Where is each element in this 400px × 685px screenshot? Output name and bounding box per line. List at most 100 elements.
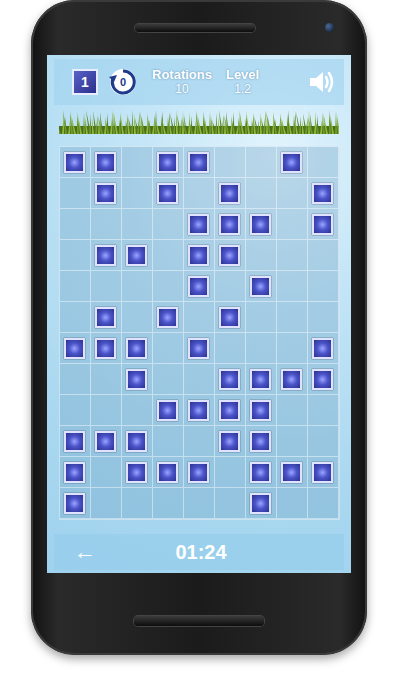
- grid-cell[interactable]: [91, 209, 122, 240]
- grid-cell[interactable]: [246, 364, 277, 395]
- tile[interactable]: [188, 152, 209, 173]
- grid-cell[interactable]: [153, 302, 184, 333]
- tile[interactable]: [126, 369, 147, 390]
- grid-cell[interactable]: [184, 178, 215, 209]
- tile[interactable]: [95, 431, 116, 452]
- grid-cell[interactable]: [184, 240, 215, 271]
- grid-cell[interactable]: [184, 488, 215, 519]
- grid-cell[interactable]: [91, 271, 122, 302]
- grid-cell[interactable]: [153, 364, 184, 395]
- grid-cell[interactable]: [60, 147, 91, 178]
- grid-cell[interactable]: [308, 178, 339, 209]
- grid-cell[interactable]: [122, 426, 153, 457]
- grid-cell[interactable]: [184, 364, 215, 395]
- grid-cell[interactable]: [122, 333, 153, 364]
- tile[interactable]: [250, 400, 271, 421]
- grid-cell[interactable]: [215, 209, 246, 240]
- grid-cell[interactable]: [60, 333, 91, 364]
- grid-cell[interactable]: [215, 240, 246, 271]
- grid-cell[interactable]: [184, 426, 215, 457]
- grid-cell[interactable]: [277, 488, 308, 519]
- tile[interactable]: [219, 369, 240, 390]
- tile[interactable]: [312, 183, 333, 204]
- tile[interactable]: [250, 276, 271, 297]
- tile[interactable]: [157, 183, 178, 204]
- tile[interactable]: [126, 338, 147, 359]
- tile[interactable]: [219, 400, 240, 421]
- grid-cell[interactable]: [184, 395, 215, 426]
- grid-cell[interactable]: [308, 271, 339, 302]
- tile[interactable]: [281, 152, 302, 173]
- grid-cell[interactable]: [153, 209, 184, 240]
- grid-cell[interactable]: [153, 488, 184, 519]
- grid-cell[interactable]: [91, 426, 122, 457]
- tile[interactable]: [219, 245, 240, 266]
- grid-cell[interactable]: [308, 302, 339, 333]
- grid-cell[interactable]: [308, 240, 339, 271]
- tile[interactable]: [64, 493, 85, 514]
- grid-cell[interactable]: [277, 457, 308, 488]
- grid-cell[interactable]: [308, 426, 339, 457]
- grid-cell[interactable]: [277, 240, 308, 271]
- tile[interactable]: [95, 152, 116, 173]
- grid-cell[interactable]: [60, 426, 91, 457]
- tile[interactable]: [157, 462, 178, 483]
- tile[interactable]: [312, 369, 333, 390]
- grid-cell[interactable]: [215, 178, 246, 209]
- grid-cell[interactable]: [184, 302, 215, 333]
- grid-cell[interactable]: [91, 302, 122, 333]
- grid-cell[interactable]: [246, 302, 277, 333]
- grid-cell[interactable]: [246, 240, 277, 271]
- grid-cell[interactable]: [60, 488, 91, 519]
- grid-cell[interactable]: [246, 395, 277, 426]
- tile[interactable]: [188, 245, 209, 266]
- grid-cell[interactable]: [215, 364, 246, 395]
- grid-cell[interactable]: [153, 333, 184, 364]
- grid-cell[interactable]: [246, 209, 277, 240]
- tile[interactable]: [126, 462, 147, 483]
- tile[interactable]: [64, 462, 85, 483]
- tile[interactable]: [95, 338, 116, 359]
- grid-cell[interactable]: [60, 457, 91, 488]
- tile[interactable]: [188, 462, 209, 483]
- grid-cell[interactable]: [215, 457, 246, 488]
- grid-cell[interactable]: [308, 395, 339, 426]
- grid-cell[interactable]: [184, 333, 215, 364]
- grid-cell[interactable]: [122, 209, 153, 240]
- grid-cell[interactable]: [153, 240, 184, 271]
- grid-cell[interactable]: [246, 457, 277, 488]
- tile[interactable]: [219, 214, 240, 235]
- grid-cell[interactable]: [91, 364, 122, 395]
- tile[interactable]: [281, 462, 302, 483]
- grid-cell[interactable]: [246, 488, 277, 519]
- rotation-counter[interactable]: 0: [108, 67, 138, 97]
- grid-cell[interactable]: [60, 209, 91, 240]
- tile[interactable]: [95, 307, 116, 328]
- grid-cell[interactable]: [215, 302, 246, 333]
- grid-cell[interactable]: [184, 271, 215, 302]
- tile[interactable]: [95, 183, 116, 204]
- grid-cell[interactable]: [215, 395, 246, 426]
- grid-cell[interactable]: [122, 147, 153, 178]
- tile[interactable]: [64, 338, 85, 359]
- tile[interactable]: [157, 307, 178, 328]
- grid-cell[interactable]: [153, 457, 184, 488]
- grid-cell[interactable]: [277, 395, 308, 426]
- grid-cell[interactable]: [122, 364, 153, 395]
- tile[interactable]: [157, 400, 178, 421]
- grid-cell[interactable]: [122, 488, 153, 519]
- grid-cell[interactable]: [277, 426, 308, 457]
- grid-cell[interactable]: [246, 333, 277, 364]
- grid-cell[interactable]: [308, 488, 339, 519]
- grid-cell[interactable]: [122, 457, 153, 488]
- grid-cell[interactable]: [91, 147, 122, 178]
- tile[interactable]: [188, 276, 209, 297]
- grid-cell[interactable]: [60, 178, 91, 209]
- grid-cell[interactable]: [153, 395, 184, 426]
- tile[interactable]: [312, 214, 333, 235]
- tile[interactable]: [250, 369, 271, 390]
- grid-cell[interactable]: [308, 209, 339, 240]
- grid-cell[interactable]: [91, 488, 122, 519]
- grid-cell[interactable]: [277, 333, 308, 364]
- tile[interactable]: [250, 214, 271, 235]
